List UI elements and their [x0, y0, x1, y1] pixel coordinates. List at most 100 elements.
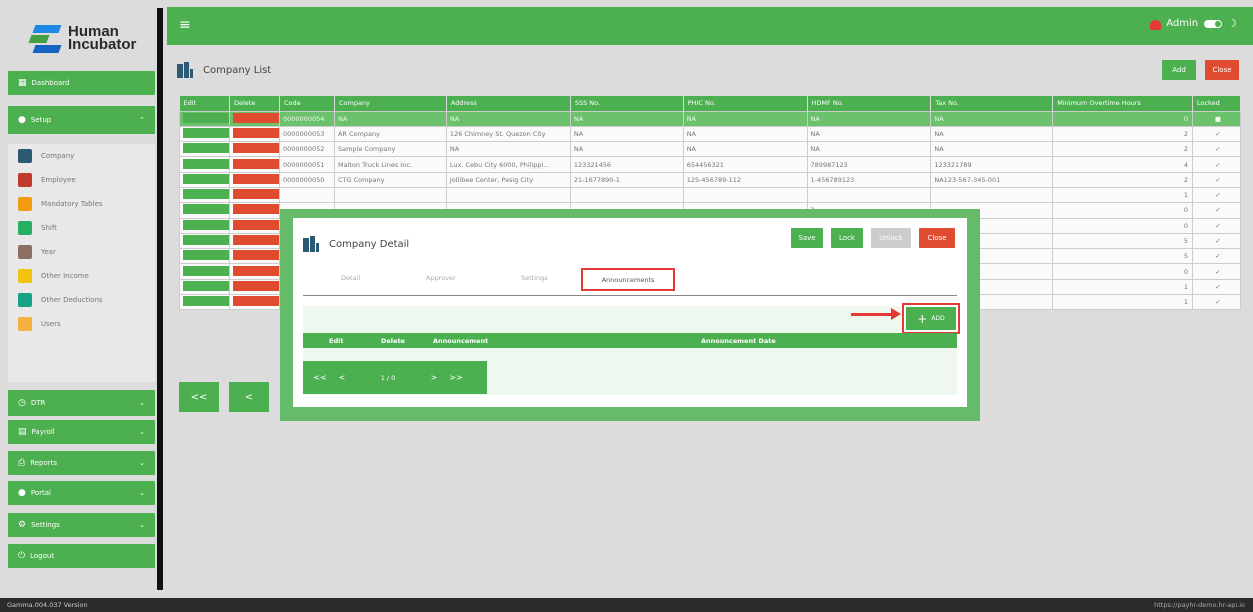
column-header[interactable]: PHIC No.	[683, 96, 808, 111]
sidebar-item-year[interactable]: Year	[8, 240, 155, 264]
column-header[interactable]: Tax No.	[930, 96, 1054, 111]
column-header[interactable]: Company	[334, 96, 447, 111]
cell-company	[333, 186, 447, 204]
prev-page-button[interactable]: <	[331, 367, 353, 389]
edit-row-button[interactable]	[183, 204, 229, 215]
first-page-button[interactable]: <<	[309, 367, 331, 389]
table-row[interactable]: 0000000054 NA NA NA NA NA NA 0 ■	[179, 110, 1242, 127]
last-page-button[interactable]: >>	[445, 367, 467, 389]
delete-row-button[interactable]	[233, 158, 279, 169]
chevron-down-icon: ⌄	[139, 428, 145, 436]
column-header[interactable]: Edit	[329, 337, 343, 345]
delete-row-button[interactable]	[233, 204, 279, 215]
lock-button[interactable]: Lock	[831, 228, 863, 248]
close-button[interactable]: Close	[1205, 60, 1239, 80]
menu-payroll[interactable]: ▤ Payroll ⌄	[8, 420, 155, 444]
tab-settings[interactable]: Settings	[521, 274, 548, 282]
cell-company: AR Company	[333, 125, 447, 143]
column-header[interactable]: Announcement	[433, 337, 488, 345]
table-row[interactable]: 0000000052 Sample Company NA NA NA NA NA 2 ✓	[179, 141, 1242, 158]
delete-row-button[interactable]	[233, 296, 279, 307]
tab-detail[interactable]: Detail	[341, 274, 360, 282]
chevron-down-icon: ⌄	[139, 521, 145, 529]
menu-reports[interactable]: ⎙ Reports ⌄	[8, 451, 155, 475]
menu-settings[interactable]: ⚙ Settings ⌄	[8, 513, 155, 537]
edit-row-button[interactable]	[183, 219, 229, 230]
sidebar-item-company[interactable]: Company	[8, 144, 155, 168]
delete-row-button[interactable]	[233, 173, 279, 184]
unlock-button[interactable]: Unlock	[871, 228, 911, 248]
action-cell	[179, 202, 230, 219]
edit-row-button[interactable]	[183, 143, 229, 154]
delete-row-button[interactable]	[233, 189, 279, 200]
menu-logout[interactable]: ⏻ Logout	[8, 544, 155, 568]
menu-portal[interactable]: ● Portal ⌄	[8, 481, 155, 505]
edit-row-button[interactable]	[183, 280, 229, 291]
column-header[interactable]: Delete	[229, 96, 280, 111]
tab-announcements[interactable]: Announcements	[581, 268, 675, 291]
column-header[interactable]: SSS No.	[570, 96, 684, 111]
save-button[interactable]: Save	[791, 228, 823, 248]
cell-locked: ✓	[1191, 156, 1242, 173]
edit-row-button[interactable]	[183, 189, 229, 200]
cell-ot: 1	[1052, 294, 1193, 311]
prev-page-button[interactable]: <	[229, 382, 269, 412]
notification-bell-icon[interactable]	[1150, 18, 1162, 30]
edit-row-button[interactable]	[183, 158, 229, 169]
delete-row-button[interactable]	[233, 265, 279, 276]
add-button[interactable]: Add	[1162, 60, 1196, 80]
tab-approver[interactable]: Approver	[426, 274, 456, 282]
theme-toggle[interactable]	[1204, 19, 1223, 28]
column-header[interactable]: Address	[446, 96, 571, 111]
app-logo: Human Incubator	[28, 18, 138, 58]
other-income-icon	[18, 269, 32, 283]
edit-row-button[interactable]	[183, 235, 229, 246]
column-header[interactable]: Edit	[179, 96, 230, 111]
cell-locked: ✓	[1191, 232, 1242, 250]
delete-row-button[interactable]	[233, 127, 279, 138]
menu-dashboard[interactable]: ▦ Dashboard	[8, 71, 155, 95]
first-page-button[interactable]: <<	[179, 382, 219, 412]
add-announcement-button[interactable]: + ADD	[906, 307, 956, 330]
column-header[interactable]: Locked	[1192, 96, 1242, 111]
edit-row-button[interactable]	[183, 173, 229, 184]
delete-row-button[interactable]	[233, 112, 279, 123]
user-menu[interactable]: Admin ☽	[1150, 17, 1237, 30]
table-row[interactable]: 0000000053 AR Company 126 Chimney St. Quez…	[179, 125, 1242, 143]
modal-close-button[interactable]: Close	[919, 228, 955, 248]
menu-setup[interactable]: ● Setup ⌃	[8, 106, 155, 134]
edit-row-button[interactable]	[183, 112, 229, 123]
sidebar-item-users[interactable]: Users	[8, 312, 155, 336]
delete-row-button[interactable]	[233, 250, 279, 261]
cell-address: NA	[445, 110, 571, 127]
sidebar-item-mandatory-tables[interactable]: Mandatory Tables	[8, 192, 155, 216]
building-icon	[177, 62, 193, 78]
column-header[interactable]: HDMF No.	[807, 96, 932, 111]
column-header[interactable]: Code	[279, 96, 335, 111]
delete-row-button[interactable]	[233, 280, 279, 291]
edit-row-button[interactable]	[183, 265, 229, 276]
cell-phic: NA	[682, 125, 808, 143]
cell-code: 0000000053	[279, 125, 335, 143]
menu-dtr[interactable]: ◷ DTR ⌄	[8, 390, 155, 416]
next-page-button[interactable]: >	[423, 367, 445, 389]
table-row[interactable]: 1 ✓	[179, 186, 1242, 204]
sidebar-item-shift[interactable]: Shift	[8, 216, 155, 240]
edit-row-button[interactable]	[183, 296, 229, 307]
delete-row-button[interactable]	[233, 143, 279, 154]
hamburger-icon[interactable]: ≡	[179, 18, 191, 32]
sidebar-item-other-income[interactable]: Other Income	[8, 264, 155, 288]
table-row[interactable]: 0000000050 CTG Company Jollibee Center, Pa…	[179, 171, 1242, 188]
cell-company: Malton Truck Lines Inc.	[333, 156, 447, 173]
sidebar-item-employee[interactable]: Employee	[8, 168, 155, 192]
column-header[interactable]: Delete	[381, 337, 405, 345]
column-header[interactable]: Minimum Overtime Hours	[1052, 96, 1193, 111]
table-row[interactable]: 0000000051 Malton Truck Lines Inc. Lux. Ce…	[179, 156, 1242, 173]
delete-row-button[interactable]	[233, 235, 279, 246]
cell-company: Sample Company	[333, 141, 447, 158]
edit-row-button[interactable]	[183, 250, 229, 261]
delete-row-button[interactable]	[233, 219, 279, 230]
edit-row-button[interactable]	[183, 127, 229, 138]
sidebar-item-other-deductions[interactable]: Other Deductions	[8, 288, 155, 312]
column-header[interactable]: Announcement Date	[701, 337, 776, 345]
